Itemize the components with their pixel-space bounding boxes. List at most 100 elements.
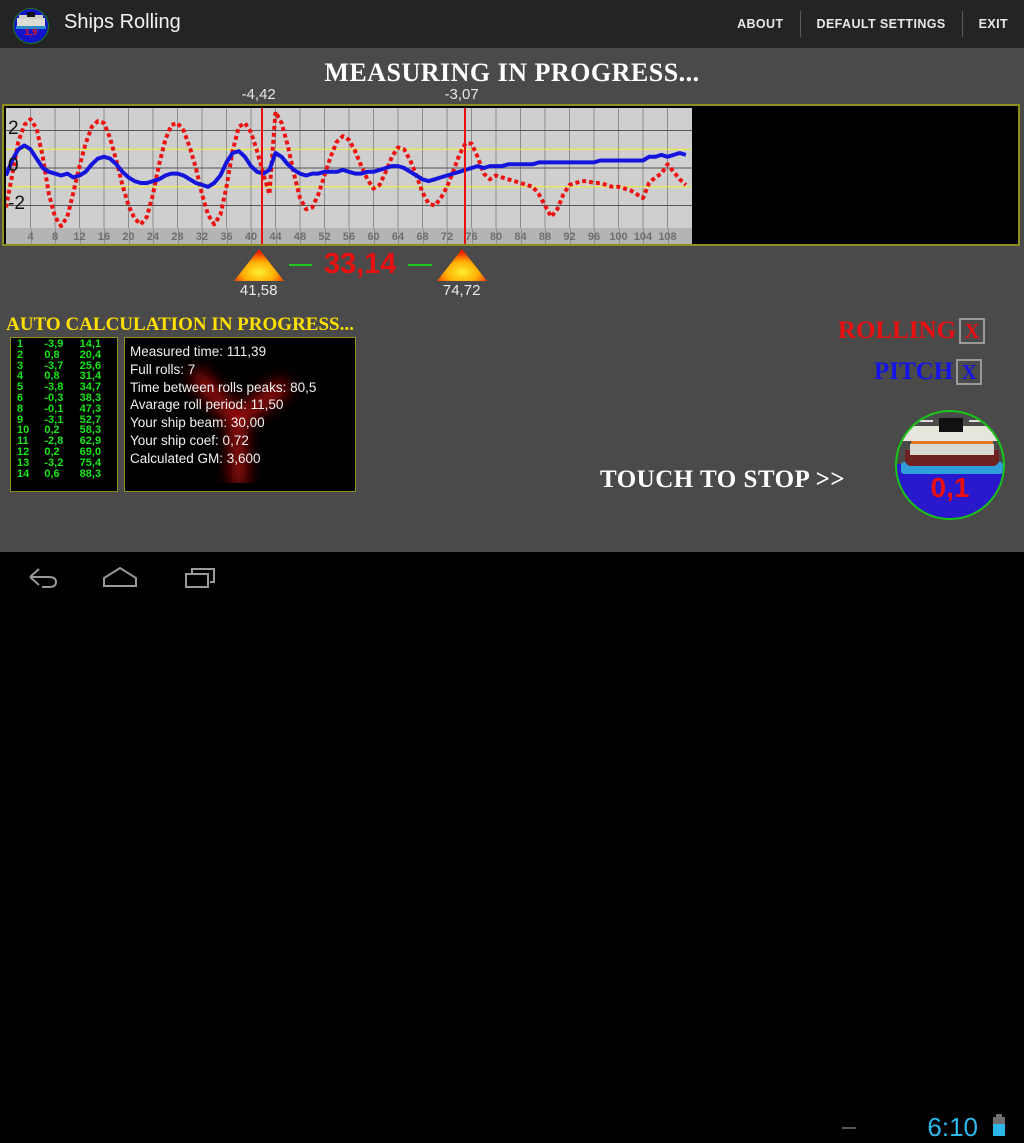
toggle-rolling-label: ROLLING	[838, 317, 957, 344]
menu-item-default-settings[interactable]: DEFAULT SETTINGS	[801, 0, 962, 48]
info-line: Your ship coef: 0,72	[130, 432, 249, 448]
table-cell-n: 5	[17, 381, 24, 394]
toggle-pitch-label: PITCH	[874, 358, 954, 385]
x-tick-label: 8	[51, 231, 59, 243]
ship-gauge[interactable]: 0,1	[895, 410, 1005, 520]
table-cell-angle: 0,8	[44, 348, 60, 361]
chart-cursor-left[interactable]	[260, 108, 263, 244]
info-panel: Measured time: 111,39 Full rolls: 7 Time b…	[124, 337, 356, 492]
gauge-ship-mast-right	[969, 420, 983, 422]
x-tick-label: 64	[391, 231, 405, 243]
home-icon[interactable]	[98, 564, 142, 590]
chart-frame[interactable]: 2 0 -2 4 8 12 16 20 24 28 32 36 40 44 48 52 56 60 64 68 7…	[2, 104, 1020, 246]
marker-left-label: 41,58	[239, 282, 278, 299]
touch-to-stop-button[interactable]: TOUCH TO STOP >>	[600, 466, 845, 494]
x-tick-label: 68	[416, 231, 429, 243]
info-line: Avarage roll period: 11,50	[130, 397, 284, 413]
marker-right-label: 74,72	[442, 282, 481, 299]
table-cell-n: 14	[17, 467, 30, 480]
notification-dash-icon	[842, 1127, 856, 1129]
action-bar: 1,9 Ships Rolling ABOUT DEFAULT SETTINGS…	[0, 0, 1024, 48]
x-tick-label: 44	[269, 231, 282, 243]
cursor-right-value: -3,07	[444, 86, 479, 103]
rolls-table[interactable]: 1 -3,9 14,1 2 0,8 20,4 3 -3,7 25,6 4 0,8 31,4 5 -3,8 3…	[10, 337, 118, 492]
table-cell-angle: -0,1	[44, 402, 64, 415]
x-tick-label: 108	[658, 231, 677, 243]
x-tick-label: 32	[195, 231, 209, 243]
x-tick-label: 76	[465, 231, 478, 243]
marker-right-handle[interactable]	[435, 248, 489, 282]
toggle-rolling-checkbox[interactable]: X	[959, 318, 986, 344]
x-tick-label: 16	[97, 231, 111, 243]
x-tick-label: 100	[609, 231, 628, 243]
system-clock: 6:10	[927, 1112, 978, 1142]
table-cell-time: 88,3	[79, 467, 102, 480]
x-tick-label: 36	[220, 231, 233, 243]
table-cell-time: 47,3	[79, 402, 102, 415]
table-cell-n: 1	[17, 338, 24, 350]
gauge-ship-mast-left	[919, 420, 933, 422]
table-cell-angle: 0,6	[44, 467, 60, 480]
x-tick-label: 104	[633, 231, 653, 243]
logo-value: 1,9	[24, 27, 38, 37]
table-row: 4 0,8 31,4	[11, 371, 117, 382]
table-row: 3 -3,7 25,6	[11, 359, 117, 372]
y-axis-label-minus2: -2	[8, 192, 25, 214]
toggle-pitch-checkbox[interactable]: X	[956, 359, 983, 385]
recents-icon[interactable]	[180, 564, 224, 590]
x-tick-label: 84	[514, 231, 527, 243]
gauge-ship-cargo	[910, 444, 994, 455]
battery-icon	[993, 1114, 1005, 1136]
y-axis-label-2: 2	[8, 117, 19, 139]
table-row: 2 0,8 20,4	[11, 348, 117, 361]
x-tick-label: 92	[563, 231, 576, 243]
table-row: 13 -3,2 75,4	[11, 456, 117, 469]
auto-calculation-title: AUTO CALCULATION IN PROGRESS...	[6, 314, 354, 335]
table-cell-n: 6	[17, 391, 24, 404]
table-row: 1 -3,9 14,1	[11, 339, 117, 350]
table-row: 6 -0,3 38,3	[11, 393, 117, 404]
info-line: Calculated GM: 3,600	[130, 450, 261, 466]
x-tick-label: 72	[440, 231, 454, 243]
table-cell-time: 75,4	[79, 456, 102, 469]
marker-row: 41,58 33,14 74,72	[0, 248, 1024, 304]
x-tick-label: 56	[342, 231, 356, 243]
x-tick-label: 60	[367, 231, 380, 243]
toggle-pitch[interactable]: PITCH X	[874, 358, 983, 386]
action-menu: ABOUT DEFAULT SETTINGS EXIT	[721, 0, 1024, 48]
menu-item-exit[interactable]: EXIT	[963, 0, 1024, 48]
chart-plot-area[interactable]: 2 0 -2 4 8 12 16 20 24 28 32 36 40 44 48 52 56 60 64 68 7…	[6, 108, 692, 244]
x-tick-label: 48	[293, 231, 307, 243]
marker-left-handle[interactable]	[232, 248, 286, 282]
chart-cursor-right[interactable]	[463, 108, 466, 244]
info-line: Time between rolls peaks: 80,5	[130, 379, 317, 395]
x-tick-label: 28	[171, 231, 184, 243]
table-row: 8 -0,1 47,3	[11, 402, 117, 415]
menu-item-about[interactable]: ABOUT	[721, 0, 799, 48]
gauge-ship-bridge	[939, 418, 963, 432]
chart-canvas[interactable]: 2 0 -2	[6, 108, 692, 244]
info-line: Your ship beam: 30,00	[130, 415, 265, 431]
info-line: Measured time: 111,39	[130, 344, 267, 359]
status-headline: MEASURING IN PROGRESS...	[324, 58, 700, 87]
x-tick-label: 24	[146, 231, 160, 243]
x-axis: 4 8 12 16 20 24 28 32 36 40 44 48 52 56 60 64 68 72 76 80 84…	[6, 228, 692, 244]
info-line: Full rolls: 7	[130, 361, 196, 377]
table-cell-n: 8	[17, 402, 24, 415]
back-icon[interactable]	[22, 564, 62, 590]
toggle-rolling[interactable]: ROLLING X	[838, 317, 986, 345]
logo-stack	[27, 12, 35, 17]
system-nav-bar: 6:10	[0, 552, 1024, 1142]
page-title: Ships Rolling	[64, 11, 181, 33]
y-axis-label-0: 0	[8, 155, 19, 176]
cursor-left-value: -4,42	[241, 86, 276, 103]
x-tick-label: 12	[73, 231, 86, 243]
app-logo-icon: 1,9	[13, 8, 49, 44]
table-row: 14 0,6 88,3	[11, 467, 117, 480]
table-cell-n: 4	[17, 370, 24, 383]
table-cell-n: 13	[17, 456, 30, 469]
table-cell-n: 3	[17, 359, 24, 372]
x-tick-label: 96	[587, 231, 601, 243]
app-root: 1,9 Ships Rolling ABOUT DEFAULT SETTINGS…	[0, 0, 1024, 1142]
gauge-value: 0,1	[930, 472, 970, 503]
